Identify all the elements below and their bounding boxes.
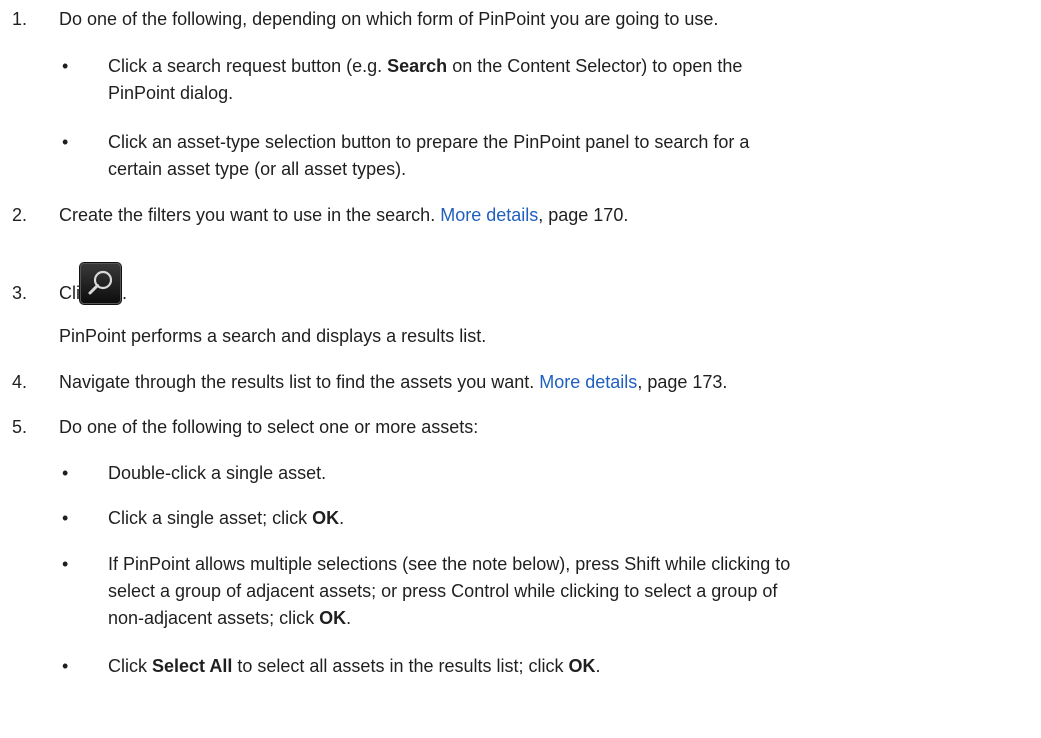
step-1-bullet-1-line-2: PinPoint dialog. (108, 83, 234, 103)
bullet-dot: • (62, 656, 69, 676)
step-5-bullet-4: Click Select All to select all assets in… (108, 655, 601, 677)
step-number: 1. (12, 9, 28, 29)
text-run: Navigate through the results list to fin… (59, 372, 540, 392)
step-5-bullet-3-line-1: If PinPoint allows multiple selections (… (108, 554, 791, 574)
bullet-dot: • (62, 463, 69, 483)
step-5-text: Do one of the following to select one or… (59, 417, 479, 437)
text-run: Click a single asset; click (108, 508, 313, 528)
more-details-link[interactable]: More details (440, 205, 538, 225)
step-1-bullet-2-line-2: certain asset type (or all asset types). (108, 159, 407, 179)
step-1-bullet-1-line-1: Click a search request button (e.g. Sear… (108, 55, 742, 77)
step-5-bullet-3-line-3: non-adjacent assets; click OK. (108, 607, 351, 629)
step-number: 2. (12, 205, 28, 225)
text-run: . (595, 656, 601, 676)
text-run: non-adjacent assets; click (108, 608, 320, 628)
text-run: Click (108, 656, 152, 676)
text-run: on the Content Selector) to open the (447, 56, 743, 76)
bullet-dot: • (62, 554, 69, 574)
ui-term-select-all: Select All (152, 656, 233, 676)
bullet-dot: • (62, 508, 69, 528)
bullet-dot: • (62, 132, 69, 152)
pinpoint-search-button[interactable] (80, 263, 121, 304)
step-number: 5. (12, 417, 28, 437)
ui-term-ok: OK (319, 608, 347, 628)
step-5-bullet-2: Click a single asset; click OK. (108, 507, 344, 529)
step-2-text: Create the filters you want to use in th… (59, 204, 628, 226)
step-3-result-text: PinPoint performs a search and displays … (59, 326, 487, 346)
step-1-bullet-2-line-1: Click an asset-type selection button to … (108, 132, 750, 152)
ui-term-search: Search (387, 56, 448, 76)
bullet-dot: • (62, 56, 69, 76)
step-4-text: Navigate through the results list to fin… (59, 371, 727, 393)
text-run: . (339, 508, 345, 528)
ui-term-ok: OK (312, 508, 340, 528)
search-magnifier-icon (88, 270, 113, 295)
text-run: , page 170. (538, 205, 629, 225)
text-run: to select all assets in the results list… (232, 656, 569, 676)
text-run: Create the filters you want to use in th… (59, 205, 441, 225)
text-run: , page 173. (637, 372, 728, 392)
step-1-text: Do one of the following, depending on wh… (59, 9, 719, 29)
step-3-period: . (122, 283, 128, 303)
text-run: . (346, 608, 352, 628)
step-5-bullet-1: Double-click a single asset. (108, 463, 327, 483)
more-details-link[interactable]: More details (539, 372, 637, 392)
step-5-bullet-3-line-2: select a group of adjacent assets; or pr… (108, 581, 778, 601)
text-run: Click a search request button (e.g. (108, 56, 388, 76)
step-number: 4. (12, 372, 28, 392)
ui-term-ok: OK (568, 656, 596, 676)
step-number: 3. (12, 283, 28, 303)
